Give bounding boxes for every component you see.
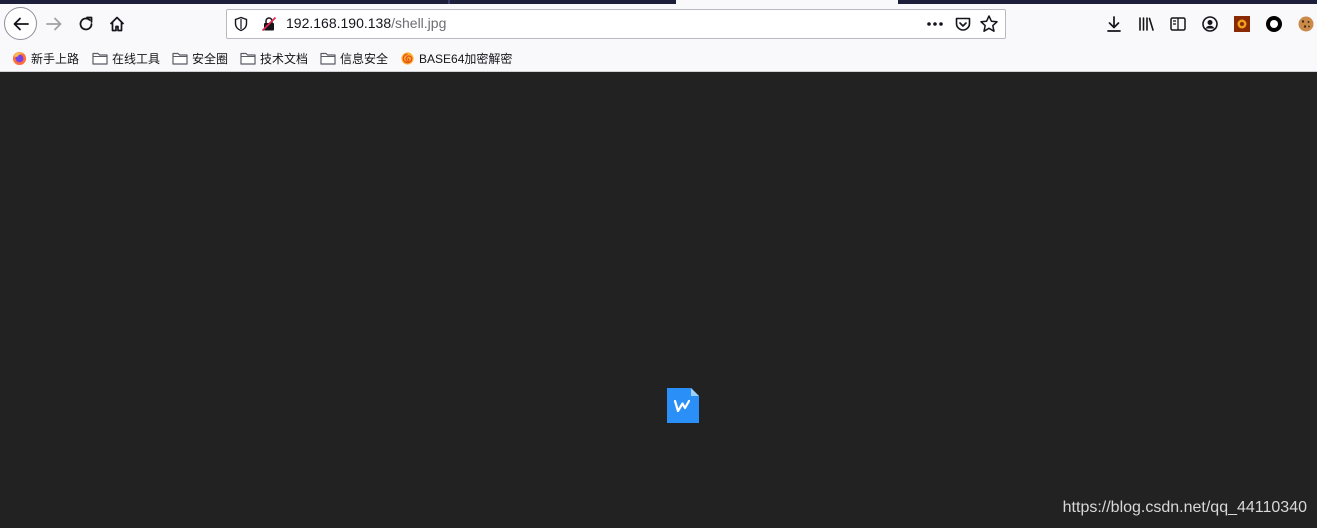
tracking-shield-icon[interactable] — [233, 16, 249, 32]
insecure-lock-icon[interactable] — [261, 16, 277, 32]
wps-document-icon — [667, 388, 699, 423]
bookmark-label: 在线工具 — [112, 51, 161, 66]
folder-icon — [92, 52, 108, 65]
bookmark-item[interactable]: 新手上路 — [12, 50, 79, 66]
bookmark-folder[interactable]: 技术文档 — [240, 50, 308, 66]
sidebar-icon[interactable] — [1169, 15, 1187, 33]
extension-icon[interactable] — [1265, 15, 1283, 33]
bookmarks-toolbar: 新手上路 在线工具 安全圈 技术文档 信息安全 BASE64加密解密 — [0, 44, 1317, 72]
cookie-icon[interactable] — [1297, 15, 1315, 33]
pocket-icon[interactable] — [954, 15, 972, 33]
bookmark-label: 技术文档 — [260, 51, 309, 66]
bookmark-folder[interactable]: 安全圈 — [172, 50, 228, 66]
watermark: https://blog.csdn.net/qq_44110340 — [1062, 499, 1307, 516]
reload-button[interactable] — [70, 8, 102, 40]
home-button[interactable] — [101, 8, 133, 40]
folder-icon — [172, 52, 188, 65]
download-icon[interactable] — [1105, 15, 1123, 33]
firefox-icon — [12, 51, 27, 65]
bookmark-folder[interactable]: 在线工具 — [92, 50, 160, 66]
account-icon[interactable] — [1201, 15, 1219, 33]
forward-icon — [46, 17, 62, 31]
page-actions-icon — [927, 22, 943, 26]
bookmark-label: 信息安全 — [340, 51, 389, 66]
swirl-icon — [401, 51, 414, 65]
forward-button[interactable] — [38, 8, 70, 40]
bookmark-label: BASE64加密解密 — [419, 51, 513, 66]
url-host: 192.168.190.138 — [286, 15, 392, 31]
url-text[interactable]: 192.168.190.138/shell.jpg — [286, 15, 446, 31]
page-actions-button[interactable] — [925, 14, 945, 34]
navigation-toolbar: 192.168.190.138/shell.jpg — [0, 4, 1317, 44]
page-content — [0, 73, 1317, 528]
back-button[interactable] — [4, 7, 37, 40]
bookmark-item[interactable]: BASE64加密解密 — [400, 50, 512, 66]
library-icon[interactable] — [1137, 15, 1155, 33]
bookmark-label: 安全圈 — [192, 51, 229, 66]
address-bar[interactable]: 192.168.190.138/shell.jpg — [226, 9, 1006, 39]
extension-icon[interactable] — [1233, 15, 1251, 33]
folder-icon — [240, 52, 256, 65]
folder-icon — [320, 52, 336, 65]
back-icon — [13, 17, 29, 30]
bookmark-star-icon[interactable] — [979, 14, 999, 34]
bookmark-label: 新手上路 — [31, 51, 80, 66]
bookmark-folder[interactable]: 信息安全 — [320, 50, 388, 66]
url-path: /shell.jpg — [391, 15, 447, 31]
home-icon — [109, 16, 125, 32]
reload-icon — [79, 16, 93, 31]
